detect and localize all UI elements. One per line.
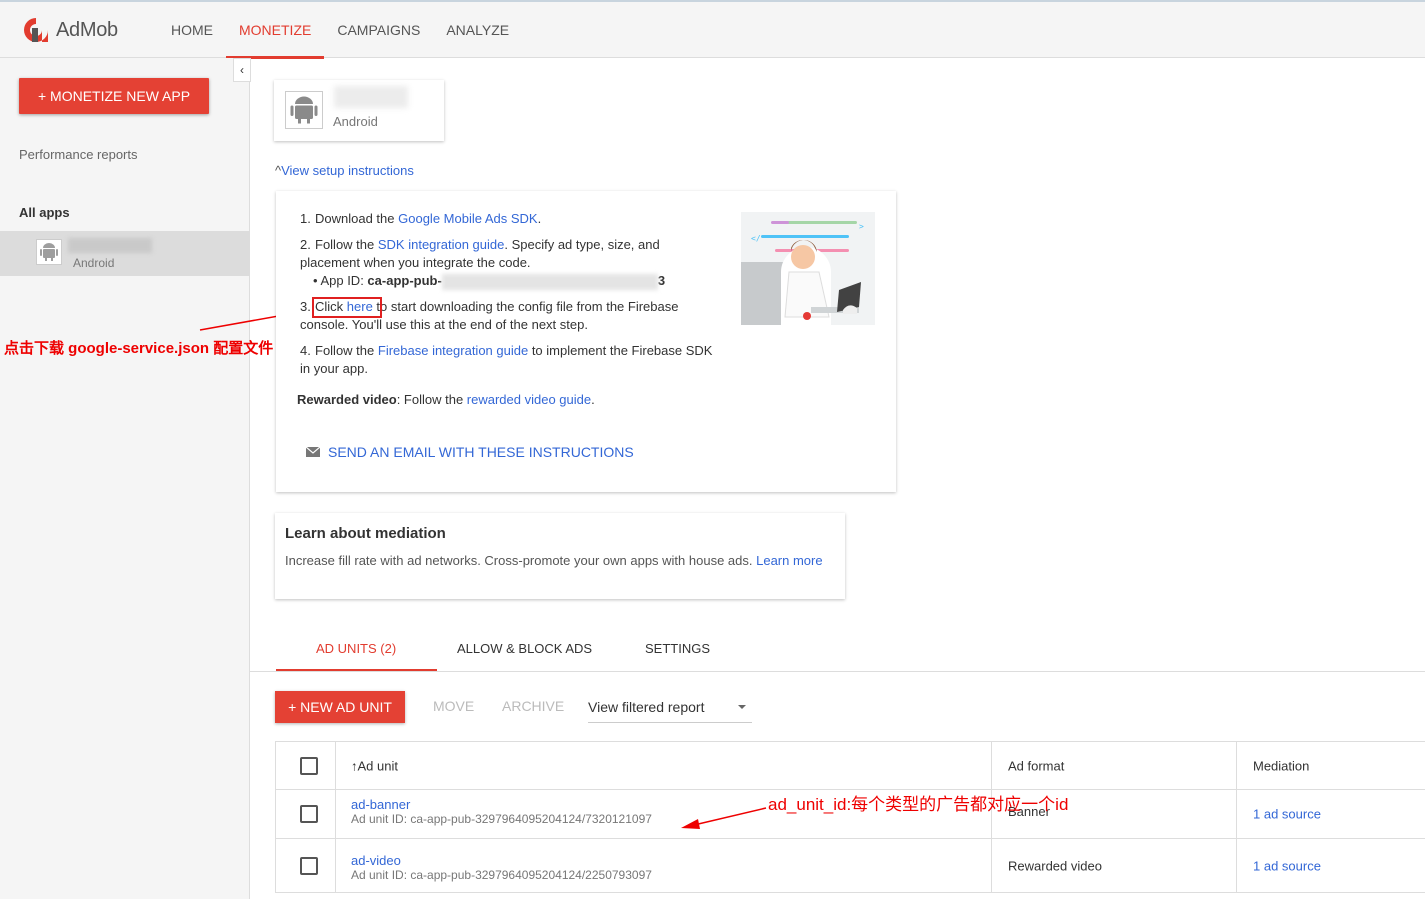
sidebar: ‹ + MONETIZE NEW APP Performance reports… (0, 58, 251, 899)
tab-ad-units[interactable]: AD UNITS (2) (276, 631, 437, 672)
app-card-platform: Android (333, 114, 378, 129)
view-setup-instructions-toggle[interactable]: ^View setup instructions (275, 163, 414, 178)
ad-format-value: Rewarded video (1008, 858, 1102, 873)
dropdown-caret-icon (738, 705, 746, 709)
top-bar: AdMob HOME MONETIZE CAMPAIGNS ANALYZE (0, 0, 1425, 59)
setup-illustration: </ > (741, 212, 875, 325)
plus-icon: + (37, 88, 51, 104)
table-header-row: ↑Ad unit Ad format Mediation (276, 742, 1425, 790)
send-email-instructions-button[interactable]: SEND AN EMAIL WITH THESE INSTRUCTIONS (306, 443, 634, 461)
mediation-body: Increase fill rate with ad networks. Cro… (285, 553, 823, 568)
nav-campaigns[interactable]: CAMPAIGNS (324, 2, 433, 58)
setup-step-2: 2. Follow the SDK integration guide. Spec… (300, 236, 720, 290)
ad-units-table: ↑Ad unit Ad format Mediation ad-banner A… (275, 741, 1425, 893)
mediation-title: Learn about mediation (285, 525, 446, 542)
collapse-sidebar-button[interactable]: ‹ (233, 58, 251, 82)
view-setup-label: View setup instructions (281, 163, 414, 178)
filter-value: View filtered report (588, 699, 705, 715)
tab-settings[interactable]: SETTINGS (645, 631, 765, 672)
ad-unit-id: Ad unit ID: ca-app-pub-3297964095204124/… (351, 812, 652, 826)
app-id-line: • App ID: ca-app-pub- 3 (313, 273, 666, 290)
rewarded-video-guide-link[interactable]: rewarded video guide (467, 392, 591, 407)
ad-format-header[interactable]: Ad format (1008, 758, 1064, 773)
ad-unit-id: Ad unit ID: ca-app-pub-3297964095204124/… (351, 868, 652, 882)
table-row: ad-video Ad unit ID: ca-app-pub-32979640… (276, 839, 1425, 892)
monetize-new-app-label: MONETIZE NEW APP (50, 88, 191, 104)
nav-monetize[interactable]: MONETIZE (226, 2, 325, 59)
annotation-arrow-right (681, 807, 767, 829)
annotation-ad-unit-id: ad_unit_id:每个类型的广告都对应一个id (768, 795, 1069, 814)
google-mobile-ads-sdk-link[interactable]: Google Mobile Ads SDK (398, 211, 537, 226)
annotation-highlight-box (312, 297, 382, 318)
new-ad-unit-button[interactable]: + NEW AD UNIT (275, 691, 405, 723)
sidebar-app-item[interactable]: Android (0, 231, 250, 276)
mediation-card: Learn about mediation Increase fill rate… (275, 513, 845, 599)
row-checkbox[interactable] (300, 805, 318, 823)
rewarded-video-note: Rewarded video: Follow the rewarded vide… (297, 392, 595, 407)
move-button[interactable]: MOVE (433, 698, 474, 714)
android-icon (36, 239, 62, 265)
nav-home[interactable]: HOME (158, 2, 226, 58)
mediation-header[interactable]: Mediation (1253, 758, 1309, 773)
mediation-link[interactable]: 1 ad source (1253, 858, 1321, 873)
svg-text:</: </ (751, 234, 761, 243)
admob-logo-icon (24, 18, 48, 42)
tabs-divider (250, 671, 1425, 672)
setup-step-1: 1. Download the Google Mobile Ads SDK. (300, 211, 542, 226)
envelope-icon (306, 447, 320, 457)
ad-unit-name-link[interactable]: ad-banner (351, 797, 652, 812)
android-icon (285, 91, 323, 129)
redacted-app-id (441, 273, 658, 290)
view-filtered-report-select[interactable]: View filtered report (588, 691, 752, 723)
learn-more-link[interactable]: Learn more (756, 553, 822, 568)
ad-unit-header[interactable]: ↑Ad unit (351, 758, 398, 773)
app-card[interactable]: Android (274, 80, 444, 141)
plus-icon: + (288, 699, 301, 715)
redacted-app-name (334, 86, 408, 108)
tab-allow-block-ads[interactable]: ALLOW & BLOCK ADS (437, 631, 645, 672)
row-checkbox[interactable] (300, 856, 318, 875)
firebase-integration-guide-link[interactable]: Firebase integration guide (378, 343, 528, 358)
svg-text:>: > (859, 222, 864, 231)
annotation-download-config: 点击下载 google-service.json 配置文件 (4, 340, 274, 357)
ad-unit-name-link[interactable]: ad-video (351, 853, 652, 868)
select-all-checkbox[interactable] (300, 756, 318, 775)
send-email-label: SEND AN EMAIL WITH THESE INSTRUCTIONS (328, 444, 634, 460)
main-nav: HOME MONETIZE CAMPAIGNS ANALYZE (158, 2, 522, 59)
setup-step-4: 4. Follow the Firebase integration guide … (300, 343, 713, 376)
app-title: AdMob (56, 18, 118, 41)
all-apps-heading: All apps (19, 205, 70, 220)
admob-logo[interactable]: AdMob (22, 16, 118, 44)
new-ad-unit-label: NEW AD UNIT (300, 699, 392, 715)
monetize-new-app-button[interactable]: + MONETIZE NEW APP (19, 78, 209, 114)
nav-analyze[interactable]: ANALYZE (433, 2, 522, 58)
redacted-app-name (68, 238, 152, 253)
performance-reports-link[interactable]: Performance reports (19, 147, 138, 162)
setup-instructions-card: 1. Download the Google Mobile Ads SDK. 2.… (276, 191, 896, 492)
mediation-link[interactable]: 1 ad source (1253, 807, 1321, 822)
sdk-integration-guide-link[interactable]: SDK integration guide (378, 237, 504, 252)
ad-unit-tabs: AD UNITS (2) ALLOW & BLOCK ADS SETTINGS (276, 631, 765, 672)
sidebar-app-platform: Android (73, 256, 115, 270)
archive-button[interactable]: ARCHIVE (502, 698, 564, 714)
